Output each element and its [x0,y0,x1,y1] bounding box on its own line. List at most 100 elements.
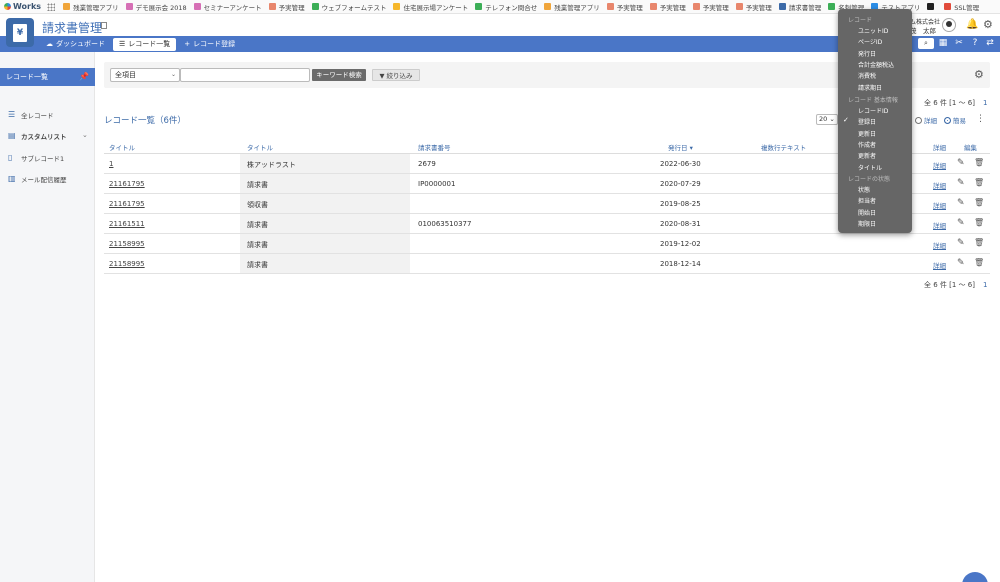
dropdown-option[interactable]: 請求期日 [858,83,882,92]
tab-record-register[interactable]: + レコード登録 [178,38,241,51]
filter-button[interactable]: ▼ 絞り込み [372,69,420,81]
dropdown-option[interactable]: 期限日 [858,219,876,228]
detail-link[interactable]: 詳細 [933,200,946,210]
dropdown-option[interactable]: ユニットID [858,26,888,35]
dropdown-option[interactable]: 登録日 [858,117,876,126]
dropdown-option[interactable]: 開始日 [858,208,876,217]
bookmark-item[interactable]: 住宅展示場アンケート [393,2,468,12]
bookmark-item[interactable]: 予実管理 [692,2,729,12]
detail-link[interactable]: 詳細 [933,160,946,170]
detail-link[interactable]: 詳細 [933,180,946,190]
column-header-number[interactable]: 請求書番号 [418,142,451,152]
sidebar-head[interactable]: レコード一覧 📌 [0,68,95,86]
detail-link[interactable]: 詳細 [933,260,946,270]
help-icon[interactable]: ? [970,38,980,49]
edit-icon[interactable]: ✎ [957,158,965,168]
column-header-date[interactable]: 発行日 ▾ [668,142,693,152]
edit-icon[interactable]: ✎ [957,178,965,188]
dropdown-option[interactable]: 消費税 [858,71,876,80]
trash-icon[interactable]: 🗑 [974,258,984,267]
sidebar-item-subrecord[interactable]: ▯ サブレコード1 [8,153,64,164]
chevron-down-icon[interactable]: ⌄ [82,131,88,139]
more-menu-icon[interactable]: ⋮ [976,114,985,124]
column-header-title[interactable]: タイトル [247,142,273,152]
bookmark-item[interactable]: SSL管理 [944,2,979,12]
bookmark-item[interactable]: 残業管理アプリ [63,2,119,12]
dropdown-option[interactable]: 状態 [858,185,870,194]
pager-top: 全 6 件 [1 ～ 6] 1 [924,98,987,108]
record-id-link[interactable]: 21161795 [109,180,145,188]
tools-icon[interactable]: ✂ [954,38,964,49]
tab-dashboard[interactable]: ☁ ダッシュボード [40,38,111,51]
record-id-link[interactable]: 1 [109,160,113,168]
sidebar-item-custom-list[interactable]: ▤ カスタムリスト [8,131,67,142]
bookmark-item[interactable]: 残業管理アプリ [544,2,600,12]
bookmark-item[interactable]: ウェブフォームテスト [311,2,386,12]
bookmark-item[interactable] [927,3,937,10]
edit-icon[interactable]: ✎ [957,258,965,268]
edit-icon[interactable]: ✎ [957,238,965,248]
apps-grid-icon[interactable] [47,2,56,11]
bookmark-item[interactable]: 予実管理 [268,2,305,12]
avatar[interactable] [942,18,956,32]
sidebar-item-all-records[interactable]: ☰ 全レコード [8,110,54,121]
trash-icon[interactable]: 🗑 [974,178,984,187]
pin-icon[interactable]: 📌 [79,72,89,81]
keyword-search-button[interactable]: キーワード検索 [312,69,366,81]
column-header-id[interactable]: タイトル [109,142,135,152]
bookmark-item[interactable]: 予実管理 [735,2,772,12]
dropdown-option[interactable]: 更新日 [858,129,876,138]
trash-icon[interactable]: 🗑 [974,198,984,207]
sidebar-item-mail-history[interactable]: ▥ メール配信履歴 [8,174,67,185]
record-id-link[interactable]: 21161511 [109,220,145,228]
trash-icon[interactable]: 🗑 [974,158,984,167]
table-row[interactable]: 21158995 請求書 2019-12-02 詳細 ✎ 🗑 [104,234,990,254]
record-id-link[interactable]: 21161795 [109,200,145,208]
dropdown-option[interactable]: レコードID [858,106,888,115]
dropdown-option[interactable]: タイトル [858,163,882,172]
bookmark-item[interactable]: 予実管理 [606,2,643,12]
app-info-icon[interactable] [101,22,107,29]
works-logo[interactable]: Works [4,2,41,11]
list-title: レコード一覧（6件） [104,116,186,126]
dropdown-option[interactable]: ページID [858,37,882,46]
dropdown-option[interactable]: 発行日 [858,49,876,58]
sync-icon[interactable]: ⇄ [985,38,995,49]
field-select[interactable]: 全項目 ⌄ [110,68,180,82]
view-detail-radio[interactable]: 詳細 [915,115,937,125]
detail-link[interactable]: 詳細 [933,220,946,230]
page-link[interactable]: 1 [983,99,987,107]
trash-icon[interactable]: 🗑 [974,238,984,247]
dropdown-option[interactable]: 担当者 [858,196,876,205]
app-logo[interactable]: ¥ [6,18,34,47]
gear-icon[interactable]: ⚙ [983,18,993,31]
bell-icon[interactable]: 🔔 [966,19,978,30]
dropdown-option[interactable]: 合計金額税込 [858,60,894,69]
bookmark-item[interactable]: セミナーアンケート [193,2,262,12]
bookmark-item[interactable]: テレフォン問合せ [475,2,537,12]
search-icon[interactable]: ⌕ [918,38,934,49]
view-simple-radio[interactable]: 簡易 [944,115,966,125]
table-row[interactable]: 21158995 請求書 2018-12-14 詳細 ✎ 🗑 [104,254,990,274]
per-page-select[interactable]: 20 ⌄ [816,114,838,125]
grid-view-icon[interactable]: ▦ [938,38,948,49]
column-header-text[interactable]: 複数行テキスト [761,142,806,152]
trash-icon[interactable]: 🗑 [974,218,984,227]
bookmark-item[interactable]: 予実管理 [649,2,686,12]
bookmark-item[interactable]: 請求書管理 [778,2,821,12]
dropdown-option[interactable]: 更新者 [858,151,876,160]
dropdown-option[interactable]: 作成者 [858,140,876,149]
bookmark-favicon-icon [927,3,935,10]
record-id-link[interactable]: 21158995 [109,260,145,268]
bookmark-item[interactable]: デモ展示会 2018 [125,2,187,12]
detail-link[interactable]: 詳細 [933,240,946,250]
page-link[interactable]: 1 [983,281,987,289]
keyword-input[interactable] [180,68,310,82]
record-id-link[interactable]: 21158995 [109,240,145,248]
edit-icon[interactable]: ✎ [957,218,965,228]
record-title: 請求書 [247,261,268,269]
settings-gear-icon[interactable]: ⚙ [974,68,984,81]
tab-record-list[interactable]: ☰ レコード一覧 [113,37,177,51]
edit-icon[interactable]: ✎ [957,198,965,208]
record-title: 領収書 [247,201,268,209]
